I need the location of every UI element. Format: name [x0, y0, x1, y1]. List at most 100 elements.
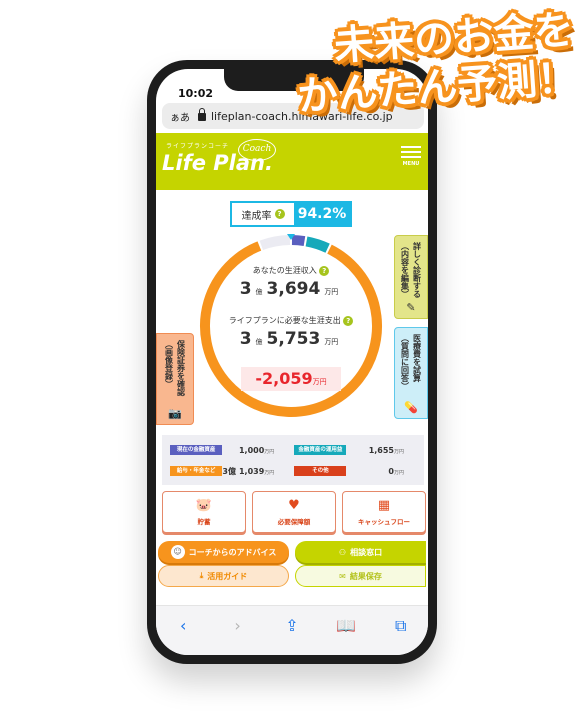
- phone-frame: 10:02 ぁあ lifeplan-coach.himawari-life.co…: [147, 60, 437, 664]
- table-icon: ▦: [377, 497, 391, 513]
- piggy-bank-icon: 🐷: [195, 497, 213, 513]
- consultation-label: 相談窓口: [350, 547, 383, 557]
- expense-label-row: ライフプランに必要な生涯支出 ?: [196, 315, 386, 326]
- required-coverage-button[interactable]: ♥ 必要保障額: [252, 491, 336, 533]
- insurance-line1: 保険証券を確認: [176, 340, 186, 396]
- reader-aa-button[interactable]: ぁあ: [170, 109, 190, 124]
- menu-label: MENU: [402, 161, 420, 167]
- forward-icon[interactable]: ›: [226, 616, 250, 635]
- bookmarks-icon[interactable]: 📖: [334, 616, 358, 635]
- medical-line1: 医療費を試算: [412, 334, 422, 382]
- difference-value: -2,059: [255, 369, 313, 388]
- ring-summary: あなたの生涯収入 ? 3 億 3,694 万円 ライフプランに必要な生涯支出 ? 3億…: [196, 231, 386, 421]
- share-icon[interactable]: ⇪: [280, 616, 304, 635]
- medical-cost-button[interactable]: 医療費を試算 （質問に回答） 💊: [394, 327, 428, 419]
- coach-advice-label: コーチからのアドバイス: [188, 547, 277, 557]
- back-icon[interactable]: ‹: [171, 616, 195, 635]
- legend-value: 1,000万円: [222, 446, 274, 455]
- camera-icon: 📷: [168, 407, 182, 420]
- legend-amount: 1,039: [238, 466, 265, 476]
- coach-advice-button[interactable]: ☺ コーチからのアドバイス: [158, 541, 289, 563]
- man-unit: 万円: [312, 378, 327, 386]
- hearts-icon: ♥: [288, 497, 300, 513]
- expense-label: ライフプランに必要な生涯支出: [228, 316, 341, 325]
- action-row-1: ☺ コーチからのアドバイス ⚇ 相談窓口: [158, 541, 426, 563]
- legend-unit: 万円: [394, 469, 405, 476]
- pill-icon: 💊: [404, 401, 418, 414]
- save-results-label: 結果保存: [349, 571, 382, 581]
- income-value: 3 億 3,694 万円: [196, 279, 386, 299]
- consult-person-icon: ⚇: [338, 547, 347, 557]
- cashflow-button[interactable]: ▦ キャッシュフロー: [342, 491, 426, 533]
- oku-unit: 億: [255, 338, 263, 346]
- help-icon[interactable]: ?: [319, 266, 330, 276]
- mail-icon: ✉: [339, 571, 346, 581]
- insurance-policy-button[interactable]: 保険証券を確認 （画像登録） 📷: [156, 333, 194, 425]
- app-header: ライフプランコーチ Life Plan. Coach MENU: [156, 133, 428, 190]
- legend-unit: 万円: [394, 448, 405, 455]
- achievement-label: 達成率: [241, 210, 272, 222]
- legend-unit: 万円: [264, 469, 275, 476]
- legend-value: 1,655万円: [346, 446, 404, 455]
- action-row-2: ⤓ 活用ガイド ✉ 結果保存: [158, 565, 426, 587]
- insurance-text: 保険証券を確認 （画像登録）: [164, 340, 187, 396]
- income-label-row: あなたの生涯収入 ?: [196, 265, 386, 276]
- hamburger-icon: [401, 146, 421, 148]
- legend-amount: 1,000: [238, 445, 265, 455]
- usage-guide-label: 活用ガイド: [207, 571, 248, 581]
- income-oku: 3: [239, 279, 252, 299]
- menu-button[interactable]: MENU: [400, 143, 422, 177]
- required-coverage-label: 必要保障額: [277, 517, 311, 526]
- detailed-diagnosis-button[interactable]: 詳しく診断する （内容を編集） ✎: [394, 235, 428, 319]
- pencil-icon: ✎: [406, 301, 416, 314]
- detail-line1: 詳しく診断する: [412, 242, 422, 298]
- oku-unit: 億: [255, 288, 263, 296]
- phone-screen: 10:02 ぁあ lifeplan-coach.himawari-life.co…: [156, 69, 428, 655]
- hamburger-icon-bar: [401, 151, 421, 153]
- achievement-rate: 達成率 ? 94.2%: [230, 201, 352, 227]
- detail-text: 詳しく診断する （内容を編集）: [400, 242, 423, 298]
- expense-oku: 3: [239, 329, 252, 349]
- legend-unit: 万円: [264, 448, 275, 455]
- logo-subtitle: ライフプランコーチ: [166, 143, 230, 150]
- hamburger-icon-bar: [401, 156, 421, 158]
- legend-prefix: 3億: [222, 466, 236, 476]
- legend-row: 給与・年金など 3億 1,039万円 その他 0万円: [170, 462, 416, 480]
- lock-icon: [198, 108, 206, 121]
- legend-value: 3億 1,039万円: [222, 466, 274, 477]
- tabs-icon[interactable]: ⧉: [389, 616, 413, 636]
- status-time: 10:02: [178, 87, 214, 100]
- usage-guide-button[interactable]: ⤓ 活用ガイド: [158, 565, 289, 587]
- breakdown-legend: 現在の金融資産 1,000万円 金融資産の運用益 1,655万円 給与・年金など…: [162, 435, 424, 485]
- save-results-button[interactable]: ✉ 結果保存: [295, 565, 426, 587]
- download-icon: ⤓: [199, 571, 204, 580]
- medical-line2: （質問に回答）: [400, 334, 410, 390]
- difference-badge: -2,059万円: [241, 367, 341, 391]
- legend-tag-investment-gain: 金融資産の運用益: [294, 445, 347, 455]
- help-icon[interactable]: ?: [274, 209, 285, 219]
- legend-tag-salary-pension: 給与・年金など: [170, 466, 223, 476]
- savings-button[interactable]: 🐷 貯蓄: [162, 491, 246, 533]
- consultation-button[interactable]: ⚇ 相談窓口: [295, 541, 426, 563]
- income-label: あなたの生涯収入: [252, 266, 317, 275]
- coach-avatar-icon: ☺: [170, 545, 185, 559]
- detail-line2: （内容を編集）: [400, 242, 410, 298]
- promo-headline: 未来のお金を かんたん予測！: [283, 6, 579, 122]
- expense-rest: 5,753: [266, 329, 321, 349]
- legend-amount: 1,655: [368, 445, 394, 455]
- expense-value: 3 億 5,753 万円: [196, 329, 386, 349]
- legend-tag-current-assets: 現在の金融資産: [170, 445, 223, 455]
- income-rest: 3,694: [266, 279, 321, 299]
- tool-buttons: 🐷 貯蓄 ♥ 必要保障額 ▦ キャッシュフロー: [162, 491, 426, 533]
- savings-label: 貯蓄: [197, 517, 211, 526]
- medical-text: 医療費を試算 （質問に回答）: [400, 334, 423, 390]
- safari-toolbar: ‹ › ⇪ 📖 ⧉: [156, 605, 428, 655]
- help-icon[interactable]: ?: [343, 316, 354, 326]
- man-unit: 万円: [324, 338, 339, 346]
- achievement-value: 94.2%: [294, 203, 350, 225]
- man-unit: 万円: [324, 288, 339, 296]
- insurance-line2: （画像登録）: [164, 340, 174, 388]
- logo-coach-bubble: Coach: [238, 139, 276, 161]
- legend-tag-other: その他: [294, 466, 347, 476]
- stage: 10:02 ぁあ lifeplan-coach.himawari-life.co…: [0, 0, 580, 716]
